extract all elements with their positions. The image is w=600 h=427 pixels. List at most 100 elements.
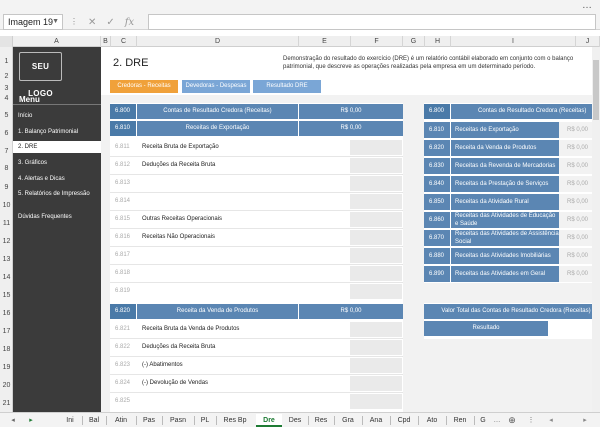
more-tabs-icon[interactable]: … bbox=[492, 414, 502, 427]
column-header-a[interactable]: A bbox=[13, 36, 101, 47]
row-header[interactable]: 4 bbox=[0, 95, 12, 102]
row-header[interactable]: 7 bbox=[0, 148, 12, 155]
row-header[interactable]: 6 bbox=[0, 130, 12, 137]
table-row[interactable]: 6.816 Receitas Não Operacionais bbox=[110, 230, 403, 245]
sidebar-item-relatorios[interactable]: 5. Relatórios de Impressão bbox=[13, 188, 101, 200]
column-header-j[interactable]: J bbox=[576, 36, 600, 47]
row-value[interactable] bbox=[350, 340, 402, 355]
table-row[interactable]: 6.815 Outras Receitas Operacionais bbox=[110, 212, 403, 227]
sheet-tab[interactable]: Ato bbox=[420, 414, 444, 427]
sheet-tab-active[interactable]: Dre bbox=[256, 414, 282, 427]
row-value[interactable] bbox=[350, 176, 402, 191]
sidebar-item-alertas[interactable]: 4. Alertas e Dicas bbox=[13, 173, 101, 185]
table-row[interactable]: 6.822 Deduções da Receita Bruta bbox=[110, 340, 403, 355]
row-header[interactable]: 8 bbox=[0, 165, 12, 172]
enter-icon[interactable]: ✓ bbox=[106, 17, 114, 28]
tabs-menu-icon[interactable]: ⋮ bbox=[526, 414, 536, 427]
cancel-icon[interactable]: ✕ bbox=[88, 17, 96, 28]
scrollbar-thumb[interactable] bbox=[593, 60, 599, 120]
row-value[interactable] bbox=[350, 212, 402, 227]
row-value[interactable] bbox=[350, 266, 402, 281]
row-header[interactable]: 11 bbox=[0, 220, 12, 227]
sidebar-item-dre[interactable]: 2. DRE bbox=[13, 141, 101, 153]
table-row[interactable]: 6.811 Receita Bruta de Exportação bbox=[110, 140, 403, 155]
row-header[interactable]: 19 bbox=[0, 364, 12, 371]
insert-function-icon[interactable]: fx bbox=[125, 17, 134, 28]
add-sheet-icon[interactable]: ⊕ bbox=[506, 414, 518, 427]
window-more-button[interactable]: … bbox=[582, 0, 592, 11]
tab-resultado-dre[interactable]: Resultado DRE bbox=[253, 80, 321, 93]
row-header[interactable]: 12 bbox=[0, 238, 12, 245]
row-header[interactable]: 16 bbox=[0, 310, 12, 317]
column-header-c[interactable]: C bbox=[111, 36, 137, 47]
sheet-tab[interactable]: G bbox=[476, 414, 490, 427]
row-header[interactable]: 5 bbox=[0, 112, 12, 119]
column-header-h[interactable]: H bbox=[425, 36, 451, 47]
sheet-tab[interactable]: Atin bbox=[108, 414, 134, 427]
sheet-tab[interactable]: Res Bp bbox=[218, 414, 252, 427]
column-header-d[interactable]: D bbox=[137, 36, 299, 47]
sheet-tab[interactable]: Pasn bbox=[164, 414, 192, 427]
row-header[interactable]: 14 bbox=[0, 274, 12, 281]
sheet-tab[interactable]: Pas bbox=[138, 414, 160, 427]
table-row[interactable]: 6.814 bbox=[110, 194, 403, 209]
row-header[interactable]: 2 bbox=[0, 73, 12, 80]
tab-scroll-left-icon[interactable]: ◂ bbox=[8, 414, 18, 427]
formula-input[interactable] bbox=[148, 14, 596, 30]
tab-scroll-right-icon[interactable]: ▸ bbox=[26, 414, 36, 427]
formula-bar-grip-icon[interactable]: ⋮ bbox=[70, 17, 78, 26]
row-header[interactable]: 1 bbox=[0, 58, 12, 65]
table-row[interactable]: 6.824 (-) Devolução de Vendas bbox=[110, 376, 403, 391]
sheet-tab[interactable]: Ren bbox=[448, 414, 472, 427]
table-row[interactable]: 6.825 bbox=[110, 394, 403, 409]
table-row[interactable]: 6.812 Deduções da Receita Bruta bbox=[110, 158, 403, 173]
name-box[interactable]: Imagem 19 ▼ bbox=[3, 14, 63, 30]
row-header[interactable]: 10 bbox=[0, 202, 12, 209]
row-value[interactable] bbox=[350, 158, 402, 173]
tab-credoras-receitas[interactable]: Credoras - Receitas bbox=[110, 80, 178, 93]
column-header-i[interactable]: I bbox=[451, 36, 576, 47]
row-value[interactable] bbox=[350, 284, 402, 299]
table-row[interactable]: 6.819 bbox=[110, 284, 403, 299]
table-row[interactable]: 6.823 (-) Abatimentos bbox=[110, 358, 403, 373]
sheet-tab[interactable]: Ana bbox=[364, 414, 388, 427]
sheet-tab[interactable]: Ini bbox=[60, 414, 80, 427]
row-value[interactable] bbox=[350, 194, 402, 209]
sheet-tab[interactable]: Cpd bbox=[392, 414, 416, 427]
sheet-tab[interactable]: Bal bbox=[84, 414, 104, 427]
tab-devedoras-despesas[interactable]: Devedoras - Despesas bbox=[182, 80, 250, 93]
row-header[interactable]: 17 bbox=[0, 328, 12, 335]
select-all-corner[interactable] bbox=[0, 36, 13, 47]
row-header[interactable]: 15 bbox=[0, 292, 12, 299]
sheet-tab[interactable]: PL bbox=[196, 414, 214, 427]
table-row[interactable]: 6.821 Receita Bruta da Venda de Produtos bbox=[110, 322, 403, 337]
row-header[interactable]: 13 bbox=[0, 256, 12, 263]
row-value[interactable] bbox=[350, 230, 402, 245]
row-header[interactable]: 18 bbox=[0, 346, 12, 353]
sidebar-item-graficos[interactable]: 3. Gráficos bbox=[13, 157, 101, 169]
sidebar-item-inicio[interactable]: Início bbox=[13, 110, 101, 122]
row-header[interactable]: 21 bbox=[0, 400, 12, 407]
sidebar-item-balanco[interactable]: 1. Balanço Patrimonial bbox=[13, 126, 101, 138]
row-value[interactable] bbox=[350, 358, 402, 373]
column-header-b[interactable]: B bbox=[101, 36, 111, 47]
row-value[interactable] bbox=[350, 322, 402, 337]
row-value[interactable] bbox=[350, 140, 402, 155]
table-row[interactable]: 6.818 bbox=[110, 266, 403, 281]
sheet-tab[interactable]: Gra bbox=[336, 414, 360, 427]
row-header[interactable]: 20 bbox=[0, 382, 12, 389]
scroll-left-arrow-icon[interactable]: ◂ bbox=[546, 414, 556, 427]
table-row[interactable]: 6.813 bbox=[110, 176, 403, 191]
table-row[interactable]: 6.817 bbox=[110, 248, 403, 263]
row-value[interactable] bbox=[350, 394, 402, 409]
row-header[interactable]: 9 bbox=[0, 184, 12, 191]
chevron-down-icon[interactable]: ▼ bbox=[52, 18, 59, 25]
row-header[interactable]: 3 bbox=[0, 85, 12, 92]
column-header-e[interactable]: E bbox=[299, 36, 351, 47]
sheet-tab[interactable]: Des bbox=[284, 414, 306, 427]
scroll-right-arrow-icon[interactable]: ▸ bbox=[580, 414, 590, 427]
column-header-g[interactable]: G bbox=[403, 36, 425, 47]
row-value[interactable] bbox=[350, 248, 402, 263]
sheet-tab[interactable]: Res bbox=[310, 414, 332, 427]
sidebar-item-duvidas[interactable]: Dúvidas Frequentes bbox=[13, 211, 101, 223]
